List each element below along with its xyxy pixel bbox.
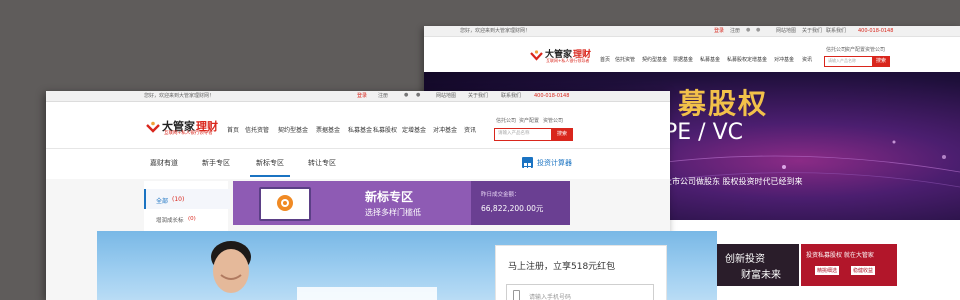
active-tab-indicator	[250, 175, 290, 177]
phone-icon	[513, 290, 520, 300]
sitemap-link[interactable]: 网站地图	[436, 94, 456, 99]
about-link[interactable]: 关于我们	[468, 94, 488, 99]
calculator-icon[interactable]	[522, 157, 533, 170]
nav-contract-fund[interactable]: 契约型基金	[278, 128, 308, 134]
stats-panel: 昨日成交金额： 66,822,200.00元	[471, 181, 570, 225]
quick-link-manager[interactable]: 资管公司	[865, 48, 885, 53]
top-utility-bar: 您好，欢迎来到大管家理财网！ 登录 注册 ● ● 网站地图 关于我们 联系我们 …	[424, 26, 960, 37]
monitor-icon	[259, 187, 311, 221]
contact-link[interactable]: 联系我们	[826, 29, 846, 34]
wechat-icon[interactable]: ●	[404, 93, 408, 98]
search-input[interactable]: 请输入产品名称	[824, 56, 874, 67]
stat-label: 昨日成交金额：	[481, 192, 520, 198]
logo-tagline: 互联网+私人银行领导者	[164, 131, 213, 136]
nav-news[interactable]: 资讯	[802, 58, 812, 63]
tab-transfer[interactable]: 转让专区	[308, 158, 336, 168]
about-link[interactable]: 关于我们	[802, 29, 822, 34]
sidebar-item-count: (10)	[172, 196, 185, 203]
register-landing-window: 马上注册，立享518元红包 请输入手机号码	[97, 231, 717, 300]
sidebar-item-all[interactable]: 全部 (10)	[144, 189, 230, 209]
weibo-icon[interactable]: ●	[756, 28, 760, 33]
logo-tagline: 互联网+私人银行领导者	[546, 58, 590, 63]
nav-home[interactable]: 首页	[227, 128, 239, 134]
promo-right-card[interactable]: 投资私募股权 就在大管家 精挑细选 稳健收益	[801, 244, 897, 286]
welcome-text: 您好，欢迎来到大管家理财网！	[460, 28, 531, 34]
search-button[interactable]: 搜索	[551, 128, 573, 141]
register-headline: 马上注册，立享518元红包	[508, 262, 616, 272]
login-link[interactable]: 登录	[357, 94, 367, 99]
section-tabs: 嘉财有道 新手专区 新标专区 转让专区 投资计算器	[46, 148, 670, 180]
promo-btn-2[interactable]: 稳健收益	[851, 266, 876, 275]
calculator-link[interactable]: 投资计算器	[537, 158, 572, 168]
logo-icon	[146, 119, 160, 133]
quick-link-trust[interactable]: 信托公司	[496, 119, 516, 124]
logo-icon	[530, 47, 543, 61]
spokesperson-photo	[201, 235, 261, 300]
nav-private-fund[interactable]: 私募基金	[700, 58, 720, 63]
promo-left-title: 创新投资	[725, 254, 765, 265]
search-button[interactable]: 搜索	[872, 56, 890, 67]
register-panel: 马上注册，立享518元红包 请输入手机号码	[495, 245, 667, 300]
nav-trust[interactable]: 信托资管	[615, 58, 635, 63]
quick-link-asset[interactable]: 资产配置	[519, 119, 539, 124]
nav-placement-fund[interactable]: 定增基金	[747, 58, 767, 63]
nav-placement-fund[interactable]: 定增基金	[402, 128, 426, 134]
new-products-banner[interactable]: 新标专区 选择多样门槛低 昨日成交金额： 66,822,200.00元	[233, 181, 570, 225]
sidebar-item-label: 增润成长标	[156, 218, 184, 224]
hotline-text: 400-018-0148	[534, 93, 570, 99]
nav-news[interactable]: 资讯	[464, 128, 476, 134]
headline-graphic	[297, 287, 437, 300]
quick-link-trust[interactable]: 信托公司	[826, 48, 846, 53]
banner-tagline: 上市公司做股东 股权投资时代已经到来	[664, 177, 803, 186]
weibo-icon[interactable]: ●	[416, 93, 420, 98]
nav-hedge-fund[interactable]: 对冲基金	[774, 58, 794, 63]
promo-left-card[interactable]: 创新投资 财富未来	[717, 244, 799, 286]
banner-title: 新标专区	[365, 190, 414, 204]
promo-btn-1[interactable]: 精挑细选	[815, 266, 840, 275]
site-header: 大管家 理财 互联网+私人银行领导者 首页 信托资管 契约型基金 票据基金 私募…	[46, 102, 670, 148]
nav-private-fund[interactable]: 私募基金	[348, 128, 372, 134]
welcome-text: 您好，欢迎来到大管家理财网！	[144, 93, 215, 99]
tab-new-products[interactable]: 新标专区	[256, 158, 284, 168]
nav-home[interactable]: 首页	[600, 58, 610, 63]
sidebar-item-growth[interactable]: 增润成长标 (0)	[144, 213, 228, 227]
nav-contract-fund[interactable]: 契约型基金	[642, 58, 667, 63]
nav-private-equity[interactable]: 私募股权	[373, 128, 397, 134]
nav-trust[interactable]: 信托资管	[245, 128, 269, 134]
contact-link[interactable]: 联系我们	[501, 94, 521, 99]
tab-jiacai[interactable]: 嘉财有道	[150, 158, 178, 168]
stat-value: 66,822,200.00元	[481, 204, 544, 213]
top-utility-bar: 您好，欢迎来到大管家理财网！ 登录 注册 ● ● 网站地图 关于我们 联系我们 …	[46, 91, 670, 102]
register-link[interactable]: 注册	[378, 94, 388, 99]
search-input[interactable]: 请输入产品名称	[494, 128, 552, 141]
phone-input[interactable]: 请输入手机号码	[506, 284, 654, 300]
nav-hedge-fund[interactable]: 对冲基金	[433, 128, 457, 134]
hotline-text: 400-018-0148	[858, 28, 894, 34]
sidebar-item-label: 全部	[156, 198, 169, 205]
quick-link-manager[interactable]: 资管公司	[543, 119, 563, 124]
banner-subtitle: 选择多样门槛低	[365, 208, 421, 217]
phone-placeholder: 请输入手机号码	[529, 294, 572, 300]
tab-newbie[interactable]: 新手专区	[202, 158, 230, 168]
banner-title: 募股权	[678, 87, 769, 120]
site-header: 大管家 理财 互联网+私人银行领导者 首页 信托资管 契约型基金 票据基金 私募…	[424, 37, 960, 72]
nav-bill-fund[interactable]: 票据基金	[316, 128, 340, 134]
nav-bill-fund[interactable]: 票据基金	[673, 58, 693, 63]
sitemap-link[interactable]: 网站地图	[776, 29, 796, 34]
promo-left-sub: 财富未来	[741, 270, 781, 281]
sidebar-item-count: (0)	[188, 216, 196, 222]
wechat-icon[interactable]: ●	[746, 28, 750, 33]
nav-private-equity[interactable]: 私募股权	[727, 58, 747, 63]
quick-link-asset[interactable]: 资产配置	[845, 48, 865, 53]
banner-subtitle: PE / VC	[664, 120, 743, 145]
login-link[interactable]: 登录	[714, 29, 724, 34]
register-link[interactable]: 注册	[730, 29, 740, 34]
promo-right-title: 投资私募股权 就在大管家	[806, 252, 874, 259]
